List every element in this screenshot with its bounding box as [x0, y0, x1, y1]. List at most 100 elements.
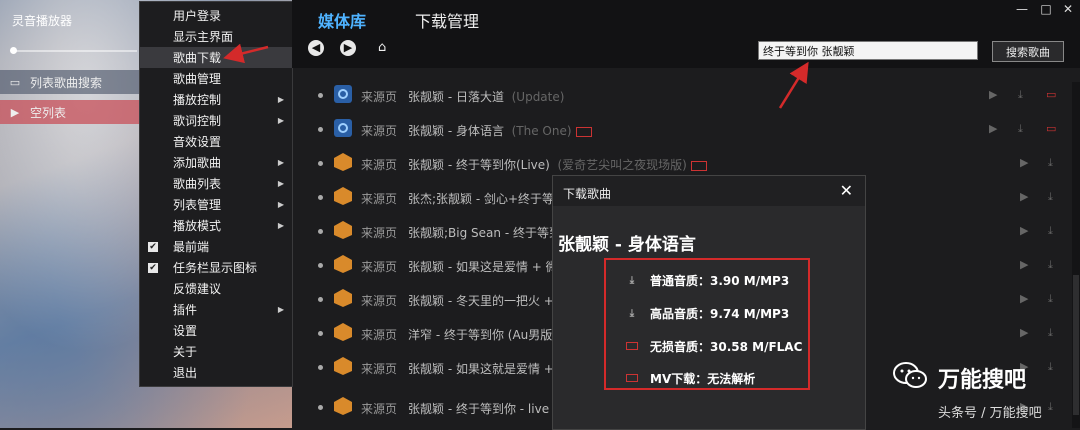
dialog-header: 下载歌曲 ✕: [553, 176, 865, 206]
menu-item-login[interactable]: 用户登录: [140, 5, 292, 26]
source-link[interactable]: 来源页: [361, 292, 397, 309]
download-icon[interactable]: ⤓: [1048, 156, 1053, 170]
play-icon[interactable]: ▶: [1020, 224, 1028, 237]
menu-item-manage[interactable]: 歌曲管理: [140, 68, 292, 89]
option-standard-quality[interactable]: ⤓ 普通音质：3.90 M/MP3: [606, 270, 812, 290]
menu-item-taskbar-icon[interactable]: ✔ 任务栏显示图标: [140, 257, 292, 278]
bullet-icon: [318, 297, 323, 302]
forward-icon[interactable]: ▶: [340, 40, 356, 56]
menu-item-show-main[interactable]: 显示主界面: [140, 26, 292, 47]
progress-handle[interactable]: [10, 47, 17, 54]
search-song-button[interactable]: 搜索歌曲: [992, 41, 1064, 62]
song-title: 张杰;张靓颖 - 剑心+终于等: [408, 192, 555, 206]
package-icon: [334, 397, 352, 415]
lossless-icon: [626, 342, 638, 350]
list-item[interactable]: 来源页 张靓颖 - 终于等到你(Live) (爱奇艺尖叫之夜现场版) ▶ ⤓: [292, 150, 1080, 178]
menu-item-playback[interactable]: 播放控制 ▶: [140, 89, 292, 110]
play-icon[interactable]: ▶: [989, 88, 997, 101]
bullet-icon: [318, 405, 323, 410]
download-dialog: 下载歌曲 ✕ 张靓颖 - 身体语言 ⤓ 普通音质：3.90 M/MP3 ⤓ 高品音质…: [552, 175, 866, 430]
mv-icon: [626, 374, 638, 382]
download-icon[interactable]: ⤓: [1018, 122, 1023, 136]
download-icon[interactable]: ⤓: [1048, 224, 1053, 238]
package-icon: [334, 255, 352, 273]
lossless-tag-icon: [575, 126, 592, 137]
download-icon: ⤓: [629, 307, 635, 319]
source-link[interactable]: 来源页: [361, 400, 397, 417]
lossless-tag-icon: [690, 160, 707, 171]
list-item[interactable]: 来源页 张靓颖 - 身体语言 (The One) ▶ ⤓ ▭: [292, 116, 1080, 144]
play-icon: ▶: [10, 105, 20, 119]
submenu-arrow-icon: ▶: [277, 95, 284, 104]
option-lossless-quality[interactable]: 无损音质：30.58 M/FLAC: [606, 336, 812, 356]
download-icon[interactable]: ⤓: [1048, 292, 1053, 306]
list-search-label: 列表歌曲搜索: [30, 75, 103, 90]
play-icon[interactable]: ▶: [1020, 292, 1028, 305]
menu-item-play-mode[interactable]: 播放模式 ▶: [140, 215, 292, 236]
source-link[interactable]: 来源页: [361, 224, 397, 241]
home-icon[interactable]: ⌂: [378, 40, 386, 55]
menu-item-about[interactable]: 关于: [140, 341, 292, 362]
menu-item-list-manage[interactable]: 列表管理 ▶: [140, 194, 292, 215]
song-search-input[interactable]: [758, 41, 978, 60]
menu-item-lyrics[interactable]: 歌词控制 ▶: [140, 110, 292, 131]
song-title: 张靓颖 - 身体语言 (The One): [408, 122, 592, 139]
download-icon[interactable]: ⤓: [1018, 88, 1023, 102]
submenu-arrow-icon: ▶: [277, 158, 284, 167]
playback-progress[interactable]: [10, 47, 137, 54]
play-icon[interactable]: ▶: [1020, 156, 1028, 169]
download-icon[interactable]: ⤓: [1048, 326, 1053, 340]
menu-item-exit[interactable]: 退出: [140, 362, 292, 383]
menu-item-add-song[interactable]: 添加歌曲 ▶: [140, 152, 292, 173]
tab-media-library[interactable]: 媒体库: [318, 8, 366, 32]
submenu-arrow-icon: ▶: [277, 116, 284, 125]
download-icon[interactable]: ⤓: [1048, 400, 1053, 414]
bullet-icon: [318, 195, 323, 200]
bullet-icon: [318, 93, 323, 98]
menu-item-settings[interactable]: 设置: [140, 320, 292, 341]
list-search-button[interactable]: ▭ 列表歌曲搜索: [0, 70, 140, 94]
menu-item-song-list[interactable]: 歌曲列表 ▶: [140, 173, 292, 194]
monitor-icon: ▭: [9, 75, 21, 89]
song-title: 张靓颖 - 终于等到你 - live: [408, 402, 550, 416]
menu-item-plugins[interactable]: 插件 ▶: [140, 299, 292, 320]
play-icon[interactable]: ▶: [989, 122, 997, 135]
checkbox-checked-icon[interactable]: ✔: [148, 262, 158, 273]
menu-item-audio-fx[interactable]: 音效设置: [140, 131, 292, 152]
play-icon[interactable]: ▶: [1020, 258, 1028, 271]
mv-icon[interactable]: ▭: [1046, 88, 1056, 101]
close-icon[interactable]: ✕: [1058, 2, 1078, 16]
source-link[interactable]: 来源页: [361, 88, 397, 105]
source-link[interactable]: 来源页: [361, 258, 397, 275]
minimize-icon[interactable]: —: [1012, 2, 1032, 16]
song-title: 洋窄 - 终于等到你 (Au男版: [408, 328, 553, 342]
play-icon[interactable]: ▶: [1020, 190, 1028, 203]
play-icon[interactable]: ▶: [1020, 326, 1028, 339]
download-icon[interactable]: ⤓: [1048, 258, 1053, 272]
download-icon[interactable]: ⤓: [1048, 190, 1053, 204]
source-link[interactable]: 来源页: [361, 122, 397, 139]
list-item[interactable]: 来源页 张靓颖 - 日落大道 (Update) ▶ ⤓ ▭: [292, 82, 1080, 110]
option-mv-download[interactable]: MV下载：无法解析: [606, 368, 812, 388]
qq-music-icon: [334, 85, 352, 103]
dialog-song-name: 张靓颖 - 身体语言: [558, 235, 696, 255]
tab-download-manager[interactable]: 下载管理: [415, 8, 479, 32]
empty-list-item[interactable]: ▶ 空列表: [0, 100, 140, 124]
song-title: 张靓颖 - 冬天里的一把火 +: [408, 294, 554, 308]
source-link[interactable]: 来源页: [361, 360, 397, 377]
menu-item-download[interactable]: 歌曲下载: [140, 47, 292, 68]
menu-item-feedback[interactable]: 反馈建议: [140, 278, 292, 299]
back-icon[interactable]: ◀: [308, 40, 324, 56]
checkbox-checked-icon[interactable]: ✔: [148, 241, 158, 252]
maximize-icon[interactable]: □: [1036, 2, 1056, 16]
submenu-arrow-icon: ▶: [277, 221, 284, 230]
scrollbar-thumb[interactable]: [1073, 275, 1079, 415]
mv-icon[interactable]: ▭: [1046, 122, 1056, 135]
option-high-quality[interactable]: ⤓ 高品音质：9.74 M/MP3: [606, 303, 812, 323]
source-link[interactable]: 来源页: [361, 190, 397, 207]
menu-item-topmost[interactable]: ✔ 最前端: [140, 236, 292, 257]
close-icon[interactable]: ✕: [840, 181, 853, 200]
source-link[interactable]: 来源页: [361, 326, 397, 343]
source-link[interactable]: 来源页: [361, 156, 397, 173]
download-icon[interactable]: ⤓: [1048, 360, 1053, 374]
